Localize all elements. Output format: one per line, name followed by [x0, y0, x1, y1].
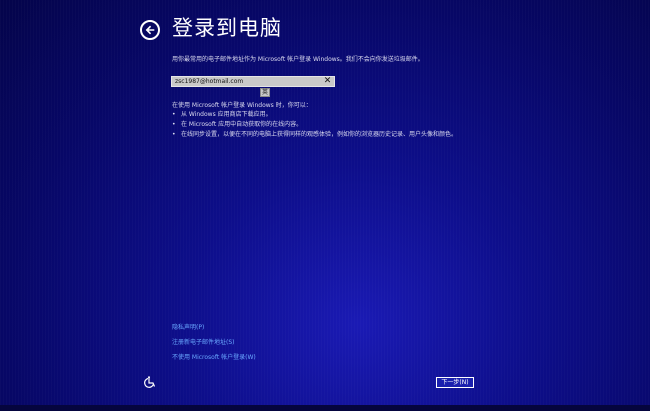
back-button[interactable] — [140, 20, 160, 40]
bullet: • — [172, 111, 176, 118]
ime-mode-indicator[interactable]: 英 — [260, 88, 270, 97]
ease-of-access-button[interactable] — [143, 374, 156, 388]
benefits-heading: 在使用 Microsoft 帐户登录 Windows 时，你可以： — [172, 102, 312, 109]
list-item: • 在线同步设置，以便在不同的电脑上获得同样的观感体验，例如你的浏览器历史记录、用… — [172, 130, 457, 140]
benefits-list: • 从 Windows 应用商店下载应用。 • 在 Microsoft 应用中自动获… — [172, 110, 457, 140]
email-field-container: ✕ — [171, 76, 335, 87]
bottom-strip — [0, 405, 650, 411]
bullet: • — [172, 121, 176, 128]
ease-of-access-icon — [144, 376, 156, 388]
back-arrow-icon — [145, 25, 155, 35]
privacy-statement-link[interactable]: 隐私声明(P) — [172, 322, 204, 331]
page-title: 登录到电脑 — [172, 16, 282, 40]
local-account-link[interactable]: 不使用 Microsoft 帐户登录(W) — [172, 352, 256, 361]
next-button[interactable]: 下一步(N) — [436, 377, 474, 388]
benefit-text: 在线同步设置，以便在不同的电脑上获得同样的观感体验，例如你的浏览器历史记录、用户… — [181, 131, 458, 138]
signin-screen: 登录到电脑 用你最常用的电子邮件地址作为 Microsoft 帐户登录 Wind… — [0, 0, 650, 405]
list-item: • 从 Windows 应用商店下载应用。 — [172, 110, 457, 120]
bullet: • — [172, 131, 176, 138]
email-field[interactable] — [172, 77, 323, 86]
register-email-link[interactable]: 注册新电子邮件地址(S) — [172, 337, 235, 346]
instruction-text: 用你最常用的电子邮件地址作为 Microsoft 帐户登录 Windows。我们… — [172, 56, 424, 63]
list-item: • 在 Microsoft 应用中自动获取你的在线内容。 — [172, 120, 457, 130]
clear-input-button[interactable]: ✕ — [322, 76, 333, 87]
benefit-text: 从 Windows 应用商店下载应用。 — [181, 111, 272, 118]
benefit-text: 在 Microsoft 应用中自动获取你的在线内容。 — [181, 121, 303, 128]
